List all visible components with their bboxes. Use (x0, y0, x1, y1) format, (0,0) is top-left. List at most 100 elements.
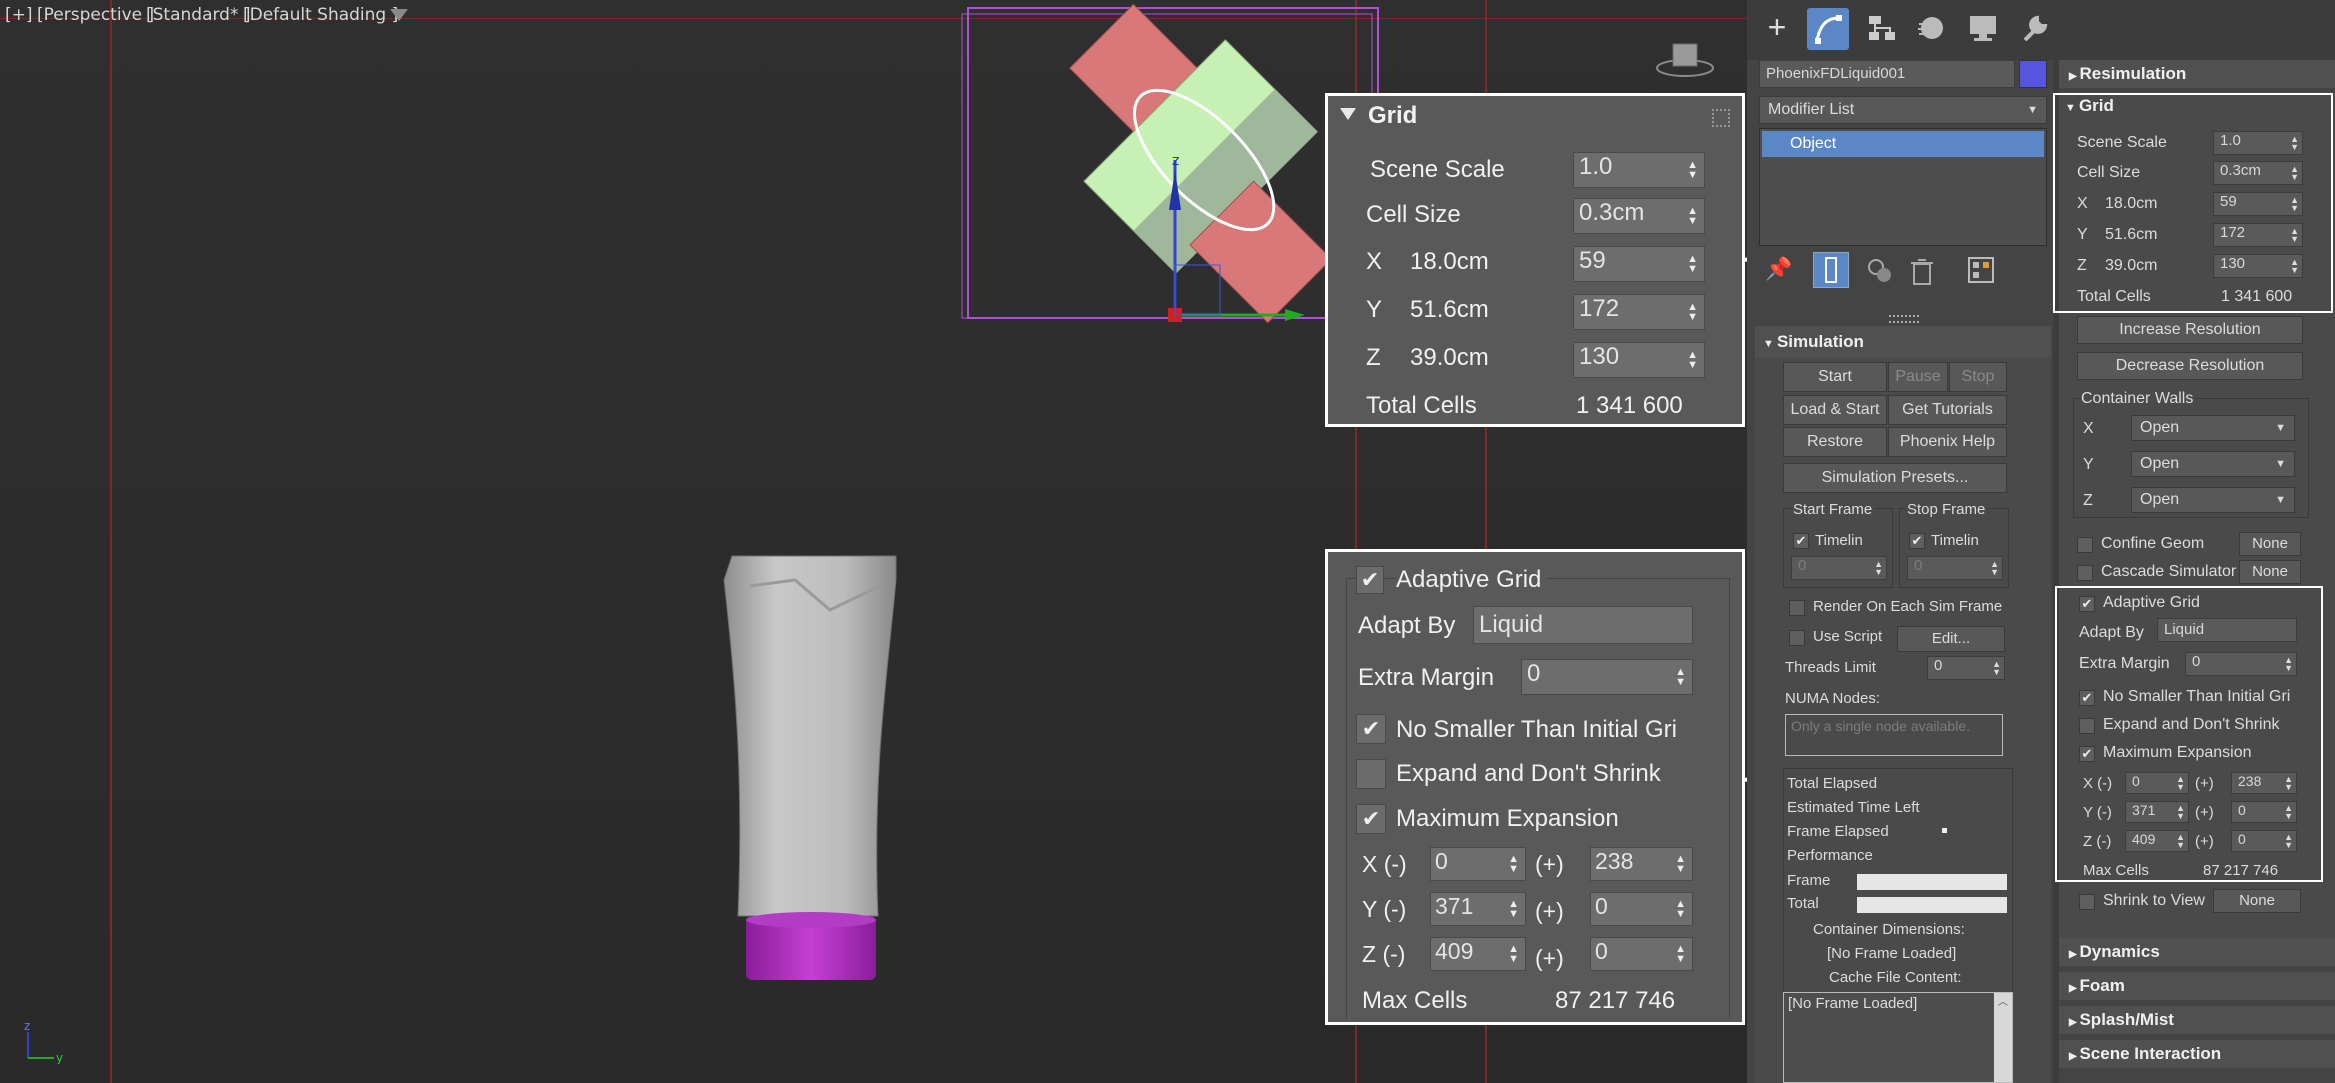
start-button[interactable]: Start (1783, 362, 1887, 392)
adaptive-grid-checkbox[interactable]: ✔ (1356, 566, 1384, 594)
r-no-smaller-checkbox[interactable]: ✔ (2079, 690, 2095, 706)
pin-stack-icon[interactable]: 📌 (1765, 256, 1793, 284)
r-z-spinner[interactable]: 130 ▲ ▼ (2213, 254, 2303, 278)
confine-geom-checkbox[interactable] (2077, 537, 2093, 553)
stop-timeline-checkbox[interactable]: ✔ (1909, 533, 1925, 549)
y-minus-spinner[interactable]: 371 ▲ ▼ (1430, 892, 1526, 926)
object-name-field[interactable]: PhoenixFDLiquid001 (1759, 60, 2015, 88)
simulation-rollout-header[interactable]: ▼ Simulation (1755, 326, 2051, 358)
spinner-arrows-icon[interactable]: ▲ ▼ (1675, 944, 1686, 965)
collapse-icon[interactable] (1340, 108, 1356, 120)
x-cells-spinner[interactable]: 59 ▲ ▼ (1573, 246, 1705, 282)
cascade-pick-button[interactable]: None (2239, 560, 2301, 584)
z-plus-spinner[interactable]: 0 ▲ ▼ (1590, 937, 1693, 971)
dynamics-rollout-header[interactable]: ▶ Dynamics (2059, 938, 2335, 966)
modify-tab-icon[interactable] (1807, 8, 1849, 50)
r-expand-checkbox[interactable] (2079, 718, 2095, 734)
get-tutorials-button[interactable]: Get Tutorials (1888, 395, 2007, 425)
stack-item-object[interactable]: Object (1762, 131, 2044, 157)
foam-rollout-header[interactable]: ▶ Foam (2059, 972, 2335, 1000)
object-color-swatch[interactable] (2019, 60, 2047, 88)
viewport[interactable]: [+] [Perspective ] [Standard* ] [Default… (0, 0, 1747, 1083)
shrink-to-view-pick-button[interactable]: None (2213, 889, 2301, 913)
r-max-expansion-checkbox[interactable]: ✔ (2079, 746, 2095, 762)
wall-x-dropdown[interactable]: Open ▼ (2131, 415, 2295, 441)
modifier-stack[interactable]: Object (1759, 128, 2047, 246)
spinner-arrows-icon[interactable]: ▲ ▼ (1508, 899, 1519, 920)
viewport-menu-perspective[interactable]: [Perspective ] (37, 5, 154, 25)
r-adapt-by-field[interactable]: Liquid (2157, 618, 2297, 642)
grid-rollout-header[interactable]: ▼ Grid (2065, 96, 2114, 116)
remove-modifier-icon[interactable] (1907, 256, 1937, 286)
simulation-presets-button[interactable]: Simulation Presets... (1783, 463, 2007, 493)
wall-y-dropdown[interactable]: Open ▼ (2131, 451, 2295, 477)
cell-size-spinner[interactable]: 0.3cm ▲ ▼ (1573, 198, 1705, 234)
x-plus-spinner[interactable]: 238 ▲ ▼ (1590, 847, 1693, 881)
wall-z-dropdown[interactable]: Open ▼ (2131, 487, 2295, 513)
r-scene-scale-spinner[interactable]: 1.0 ▲ ▼ (2213, 131, 2303, 155)
r-z-plus-spinner[interactable]: 0 ▲ ▼ (2231, 830, 2297, 852)
scene-interaction-rollout-header[interactable]: ▶ Scene Interaction (2059, 1040, 2335, 1068)
spinner-arrows-icon[interactable]: ▲ ▼ (1687, 350, 1698, 371)
threads-limit-spinner[interactable]: 0 ▲ ▼ (1927, 656, 2005, 680)
make-unique-icon[interactable] (1865, 256, 1895, 286)
spinner-arrows-icon[interactable]: ▲ ▼ (1675, 667, 1686, 688)
extra-margin-spinner[interactable]: 0 ▲ ▼ (1521, 659, 1693, 695)
scrollbar[interactable]: ︿ (1994, 993, 2012, 1082)
numa-nodes-field[interactable]: Only a single node available. (1785, 714, 2003, 756)
x-minus-spinner[interactable]: 0 ▲ ▼ (1430, 847, 1526, 881)
scene-scale-spinner[interactable]: 1.0 ▲ ▼ (1573, 152, 1705, 188)
tube-object[interactable] (720, 550, 910, 990)
load-start-button[interactable]: Load & Start (1783, 395, 1887, 425)
no-smaller-checkbox[interactable]: ✔ (1356, 714, 1386, 744)
cache-content-list[interactable]: [No Frame Loaded] ︿ (1783, 992, 2013, 1083)
r-y-minus-spinner[interactable]: 371 ▲ ▼ (2125, 801, 2189, 823)
display-tab-icon[interactable] (1967, 12, 1999, 44)
r-adaptive-grid-checkbox[interactable]: ✔ (2079, 596, 2095, 612)
y-cells-spinner[interactable]: 172 ▲ ▼ (1573, 294, 1705, 330)
r-cell-size-spinner[interactable]: 0.3cm ▲ ▼ (2213, 161, 2303, 185)
configure-modifier-sets-icon[interactable] (1965, 254, 1997, 286)
start-frame-spinner[interactable]: 0 ▲ ▼ (1791, 556, 1887, 580)
motion-tab-icon[interactable] (1915, 12, 1947, 44)
resimulation-rollout-header[interactable]: ▶ Resimulation (2059, 60, 2335, 88)
spinner-arrows-icon[interactable]: ▲ ▼ (1687, 302, 1698, 323)
r-y-spinner[interactable]: 172 ▲ ▼ (2213, 223, 2303, 247)
viewport-menu-shading[interactable]: [Default Shading ] (243, 5, 398, 25)
spinner-arrows-icon[interactable]: ▲ ▼ (1508, 854, 1519, 875)
render-each-checkbox[interactable] (1789, 600, 1805, 616)
spinner-arrows-icon[interactable]: ▲ ▼ (1675, 854, 1686, 875)
start-timeline-checkbox[interactable]: ✔ (1793, 533, 1809, 549)
spinner-arrows-icon[interactable]: ▲ ▼ (1687, 206, 1698, 227)
create-tab-icon[interactable]: + (1759, 10, 1795, 46)
utilities-tab-icon[interactable] (2019, 12, 2051, 44)
r-z-minus-spinner[interactable]: 409 ▲ ▼ (2125, 830, 2189, 852)
use-script-checkbox[interactable] (1789, 630, 1805, 646)
z-minus-spinner[interactable]: 409 ▲ ▼ (1430, 937, 1526, 971)
phoenix-help-button[interactable]: Phoenix Help (1888, 427, 2007, 457)
r-x-spinner[interactable]: 59 ▲ ▼ (2213, 192, 2303, 216)
cascade-checkbox[interactable] (2077, 565, 2093, 581)
stop-button[interactable]: Stop (1949, 362, 2007, 392)
expand-checkbox[interactable] (1356, 759, 1386, 789)
max-expansion-checkbox[interactable]: ✔ (1356, 804, 1386, 834)
modifier-list-dropdown[interactable]: Modifier List ▼ (1759, 96, 2047, 124)
splash-rollout-header[interactable]: ▶ Splash/Mist (2059, 1006, 2335, 1034)
spinner-arrows-icon[interactable]: ▲ ▼ (1675, 899, 1686, 920)
decrease-resolution-button[interactable]: Decrease Resolution (2077, 352, 2303, 380)
viewcube-icon[interactable] (1655, 38, 1715, 80)
adapt-by-field[interactable]: Liquid (1473, 606, 1693, 644)
viewport-menu-plus[interactable]: [+] (5, 5, 33, 25)
spinner-arrows-icon[interactable]: ▲ ▼ (1687, 160, 1698, 181)
pause-button[interactable]: Pause (1888, 362, 1948, 392)
restore-button[interactable]: Restore (1783, 427, 1887, 457)
viewport-menu-standard[interactable]: [Standard* ] (146, 5, 251, 25)
confine-geom-pick-button[interactable]: None (2239, 532, 2301, 556)
edit-script-button[interactable]: Edit... (1897, 626, 2005, 652)
show-end-result-icon[interactable] (1813, 252, 1849, 288)
z-cells-spinner[interactable]: 130 ▲ ▼ (1573, 342, 1705, 378)
filter-icon[interactable] (390, 9, 408, 21)
r-x-plus-spinner[interactable]: 238 ▲ ▼ (2231, 772, 2297, 794)
spinner-arrows-icon[interactable]: ▲ ▼ (1687, 254, 1698, 275)
panel-divider-grip[interactable] (1889, 315, 1919, 323)
